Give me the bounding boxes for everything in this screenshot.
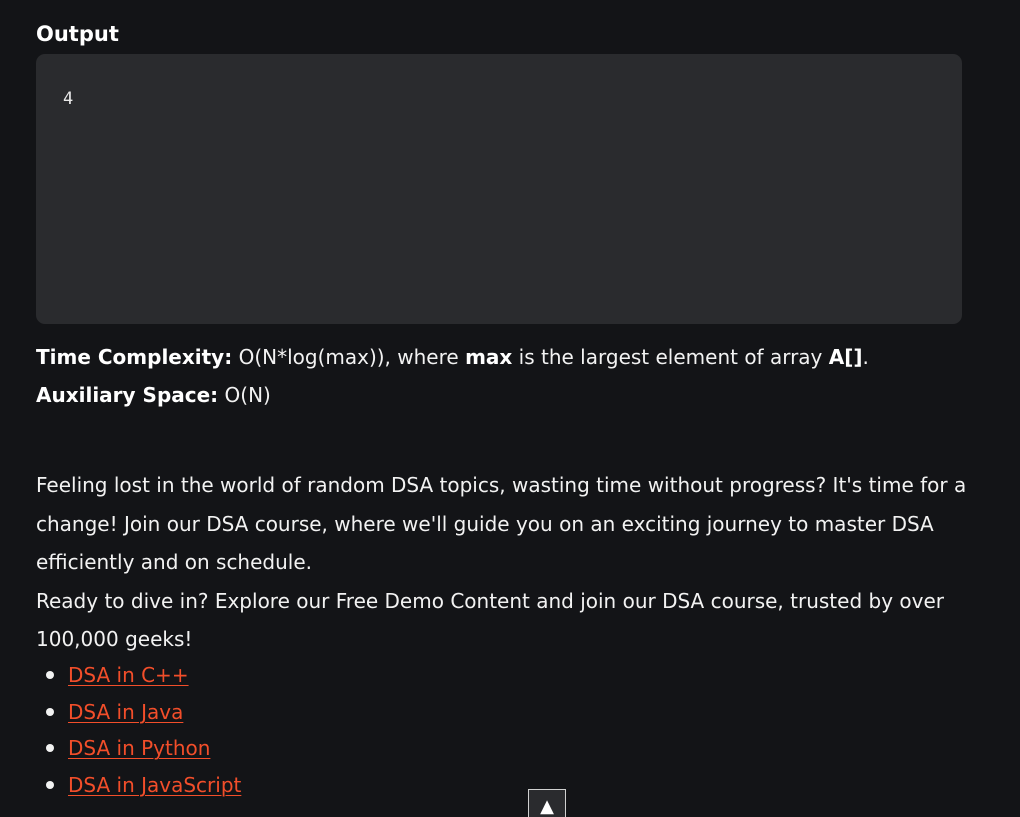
- output-value: 4: [63, 89, 74, 109]
- time-complexity-line: Time Complexity: O(N*log(max)), where ma…: [36, 338, 986, 376]
- bullet-icon: [46, 780, 54, 789]
- course-link-javascript[interactable]: DSA in JavaScript: [68, 773, 241, 797]
- course-link-cpp[interactable]: DSA in C++: [68, 663, 189, 687]
- article-page: Output 4 Time Complexity: O(N*log(max)),…: [0, 0, 1020, 817]
- time-complexity-text-3: .: [862, 345, 869, 369]
- promo-section: Feeling lost in the world of random DSA …: [36, 466, 976, 659]
- auxiliary-space-label: Auxiliary Space:: [36, 383, 219, 407]
- course-link-python[interactable]: DSA in Python: [68, 736, 210, 760]
- course-link-list: DSA in C++ DSA in Java DSA in Python DSA…: [36, 657, 241, 803]
- promo-paragraph: Feeling lost in the world of random DSA …: [36, 473, 967, 574]
- list-item: DSA in Python: [36, 730, 241, 767]
- arrow-up-icon: ▲: [540, 796, 554, 817]
- time-complexity-array: A[]: [828, 345, 863, 369]
- auxiliary-space-line: Auxiliary Space: O(N): [36, 376, 986, 414]
- bullet-icon: [46, 707, 54, 716]
- time-complexity-text-2: is the largest element of array: [512, 345, 829, 369]
- course-link-java[interactable]: DSA in Java: [68, 700, 183, 724]
- time-complexity-text-1: O(N*log(max)), where: [232, 345, 466, 369]
- list-item: DSA in C++: [36, 657, 241, 694]
- bullet-icon: [46, 671, 54, 679]
- output-code-box: 4: [36, 54, 962, 324]
- bullet-icon: [46, 744, 54, 752]
- promo-paragraph: Ready to dive in? Explore our Free Demo …: [36, 588, 944, 652]
- list-item: DSA in JavaScript: [36, 767, 241, 804]
- complexity-section: Time Complexity: O(N*log(max)), where ma…: [36, 338, 986, 414]
- time-complexity-max: max: [465, 345, 513, 369]
- time-complexity-label: Time Complexity:: [36, 345, 233, 369]
- list-item: DSA in Java: [36, 694, 241, 731]
- auxiliary-space-value: O(N): [218, 383, 271, 407]
- output-heading: Output: [36, 22, 119, 46]
- scroll-to-top-button[interactable]: ▲: [528, 789, 566, 817]
